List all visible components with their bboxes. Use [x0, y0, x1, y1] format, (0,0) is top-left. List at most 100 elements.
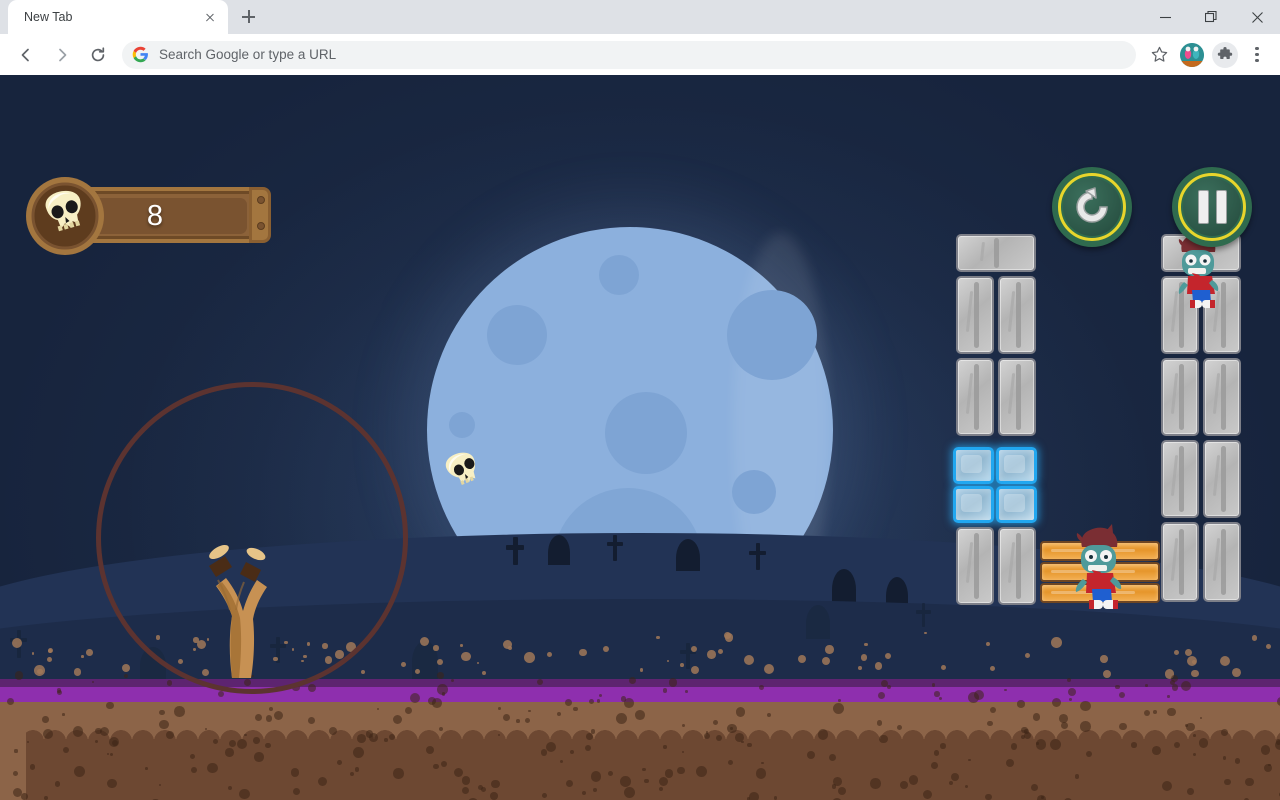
three-dot-menu-icon[interactable] [1244, 42, 1270, 68]
dirt-speck [1079, 721, 1091, 732]
moon-crater [605, 392, 687, 474]
pause-button[interactable] [1172, 167, 1252, 247]
new-tab-button[interactable] [234, 3, 262, 31]
dirt-speck [967, 758, 971, 762]
dirt-speck [292, 787, 300, 795]
dirt-speck [497, 707, 501, 710]
dirt-speck [620, 776, 631, 787]
dirt-speck [592, 788, 597, 792]
dirt-speck [695, 765, 707, 777]
dirt-speck [189, 753, 195, 760]
dirt-speck [547, 652, 552, 658]
dirt-speck [123, 674, 128, 679]
dirt-speck [1171, 684, 1178, 691]
dirt-speck [437, 672, 445, 679]
dirt-speck [354, 767, 360, 772]
dirt-speck [1153, 710, 1157, 715]
score-plaque-rivets [249, 187, 271, 243]
restart-button[interactable] [1052, 167, 1132, 247]
dirt-speck [1234, 758, 1241, 764]
back-arrow-icon[interactable] [11, 40, 41, 70]
dirt-speck [664, 769, 674, 778]
dirt-speck [253, 737, 260, 744]
ice-block[interactable] [953, 486, 994, 523]
stone-block[interactable] [956, 234, 1036, 272]
stone-block[interactable] [998, 276, 1036, 354]
slingshot[interactable] [198, 510, 276, 680]
restart-icon [1052, 167, 1132, 247]
ice-block[interactable] [953, 447, 994, 484]
tab-title: New Tab [24, 10, 73, 24]
dirt-speck [393, 768, 404, 779]
dirt-speck [1251, 635, 1258, 641]
omnibox[interactable]: Search Google or type a URL [122, 40, 1136, 69]
dirt-speck [663, 688, 668, 693]
stone-block[interactable] [956, 276, 994, 354]
dirt-speck [290, 768, 300, 777]
dirt-speck [876, 720, 883, 726]
dirt-speck [1161, 781, 1172, 791]
stone-block[interactable] [1203, 440, 1241, 518]
dirt-speck [736, 707, 746, 717]
dirt-speck [1068, 698, 1072, 702]
dirt-speck [1074, 774, 1079, 779]
game-canvas[interactable]: 8 [0, 75, 1280, 800]
dirt-speck [825, 645, 834, 654]
tombstone [676, 539, 700, 571]
stone-crack [1016, 533, 1022, 599]
puzzle-piece-icon[interactable] [1212, 41, 1238, 68]
stone-block[interactable] [956, 527, 994, 605]
avatar-icon[interactable] [1180, 42, 1204, 67]
stone-block[interactable] [998, 358, 1036, 436]
dirt-speck [91, 680, 94, 683]
dirt-speck [227, 786, 232, 791]
dirt-speck [565, 779, 574, 787]
dirt-speck [442, 692, 446, 696]
forward-arrow-icon[interactable] [47, 40, 77, 70]
stone-block[interactable] [998, 527, 1036, 605]
zombie[interactable] [1068, 523, 1138, 613]
close-button[interactable] [1234, 0, 1280, 34]
omnibox-placeholder: Search Google or type a URL [159, 47, 337, 62]
dirt-speck [874, 661, 883, 670]
dirt-speck [1051, 636, 1063, 648]
tab-new-tab[interactable]: New Tab [8, 0, 228, 34]
dirt-speck [628, 676, 637, 685]
stone-block[interactable] [1161, 358, 1199, 436]
stone-crack [974, 533, 980, 599]
dirt-speck [1198, 737, 1209, 748]
maximize-button[interactable] [1188, 0, 1234, 34]
dirt-speck [107, 779, 117, 789]
moon-crater [727, 290, 817, 380]
dirt-speck [392, 714, 403, 725]
dirt-speck [924, 631, 927, 635]
stone-block[interactable] [1161, 440, 1199, 518]
stone-block[interactable] [1203, 358, 1241, 436]
dirt-speck [860, 653, 868, 661]
stone-block[interactable] [956, 358, 994, 436]
dirt-speck [663, 745, 667, 749]
dirt-speck [481, 670, 486, 675]
tombstone [806, 605, 830, 639]
stone-block[interactable] [1161, 522, 1199, 602]
ice-block[interactable] [996, 486, 1037, 523]
dirt-speck [724, 632, 734, 642]
dirt-speck [747, 742, 752, 748]
dirt-speck [460, 644, 463, 647]
dirt-speck [1115, 684, 1120, 690]
dirt-speck [900, 780, 908, 789]
dirt-speck [13, 771, 19, 776]
stone-crack [1221, 528, 1227, 596]
dirt-speck [1041, 796, 1044, 799]
dirt-speck [863, 642, 868, 647]
stone-block[interactable] [1203, 522, 1241, 602]
close-icon[interactable] [201, 9, 218, 26]
minimize-button[interactable] [1142, 0, 1188, 34]
dirt-speck [744, 654, 755, 665]
ice-block[interactable] [996, 447, 1037, 484]
dirt-speck [1079, 700, 1091, 712]
dirt-speck [1167, 708, 1176, 717]
star-icon[interactable] [1144, 40, 1174, 70]
dirt-left-edge [0, 702, 26, 800]
reload-icon[interactable] [83, 40, 113, 70]
